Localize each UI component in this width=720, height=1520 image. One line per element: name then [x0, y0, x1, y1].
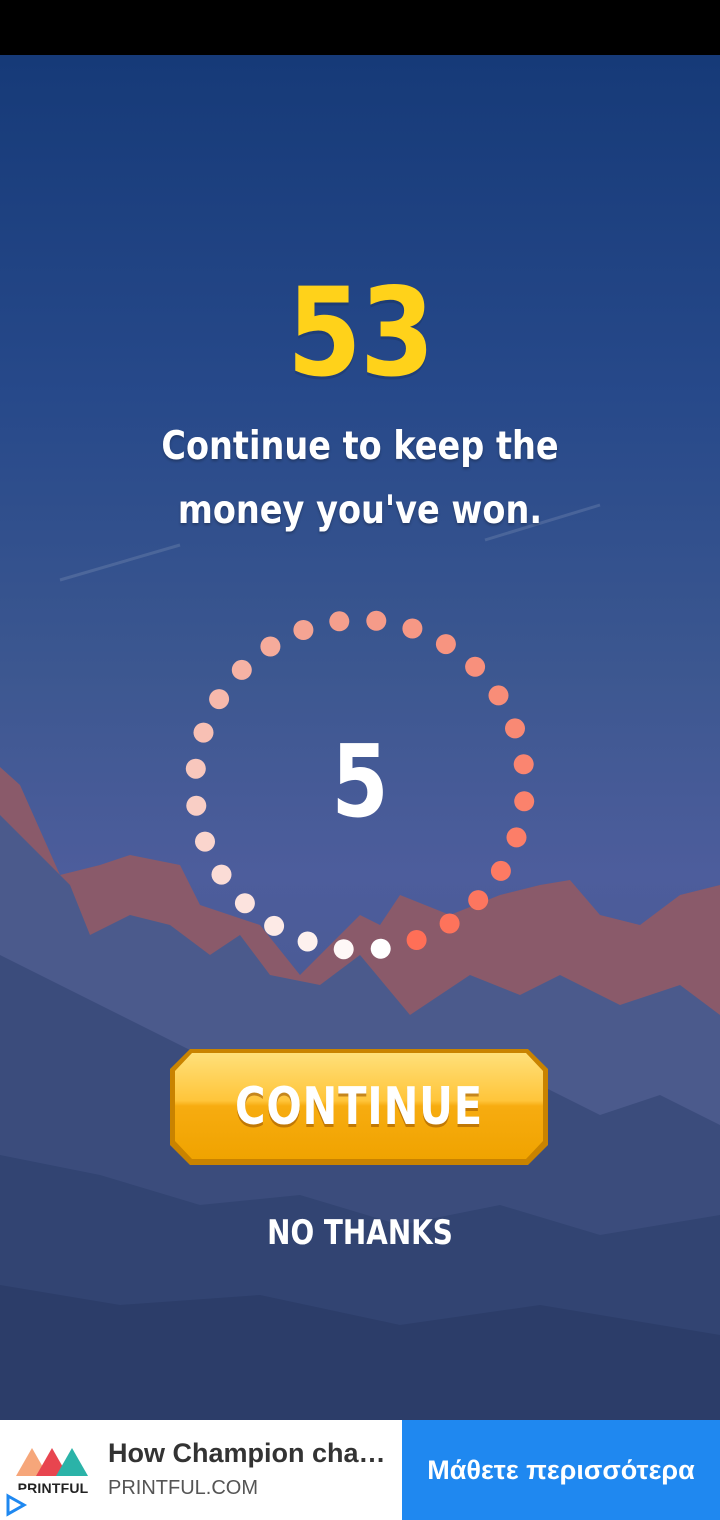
continue-button[interactable]: CONTINUE	[168, 1047, 550, 1167]
countdown-dot	[505, 718, 525, 739]
countdown-number: 5	[331, 723, 389, 840]
countdown-dot	[366, 610, 387, 631]
adchoices-icon[interactable]	[0, 1490, 30, 1520]
countdown-dot	[209, 689, 230, 710]
countdown-dot	[195, 831, 215, 852]
countdown-dot	[465, 656, 486, 677]
countdown-dot	[234, 893, 255, 914]
countdown-dot	[513, 754, 534, 775]
countdown-dot	[370, 938, 391, 959]
countdown-dot	[329, 611, 350, 632]
countdown-dot	[297, 931, 318, 952]
countdown-dot	[506, 827, 527, 848]
ad-domain: PRINTFUL.COM	[108, 1477, 258, 1499]
printful-mountains-icon	[16, 1448, 88, 1476]
countdown-dot	[490, 860, 511, 881]
app-screen: 53 Continue to keep the money you've won…	[0, 0, 720, 1520]
countdown-dot	[468, 890, 489, 911]
countdown-dot	[231, 659, 252, 680]
countdown-dot	[260, 636, 281, 657]
ad-cta-button[interactable]: Μάθετε περισσότερα	[402, 1420, 720, 1520]
continue-button-label: CONTINUE	[235, 1077, 483, 1137]
countdown-dot	[435, 634, 456, 655]
countdown-dot	[293, 620, 314, 640]
countdown-dot	[402, 618, 423, 639]
game-area: 53 Continue to keep the money you've won…	[0, 55, 720, 1420]
countdown-dot	[186, 795, 207, 816]
countdown-dot	[193, 722, 214, 743]
ad-banner[interactable]: PRINTFUL How Champion chan... PRINTFUL.C…	[0, 1420, 720, 1520]
countdown-dot	[488, 685, 509, 706]
ad-title[interactable]: How Champion chan...	[108, 1435, 393, 1471]
countdown-dot	[185, 758, 206, 779]
countdown-dot	[439, 913, 460, 934]
no-thanks-link[interactable]: NO THANKS	[237, 1205, 483, 1261]
countdown-dot	[211, 864, 232, 885]
countdown-dot	[333, 939, 354, 960]
status-bar	[0, 0, 720, 55]
countdown-dot	[406, 930, 427, 950]
countdown-dot	[514, 791, 535, 812]
countdown-dot	[264, 915, 285, 936]
